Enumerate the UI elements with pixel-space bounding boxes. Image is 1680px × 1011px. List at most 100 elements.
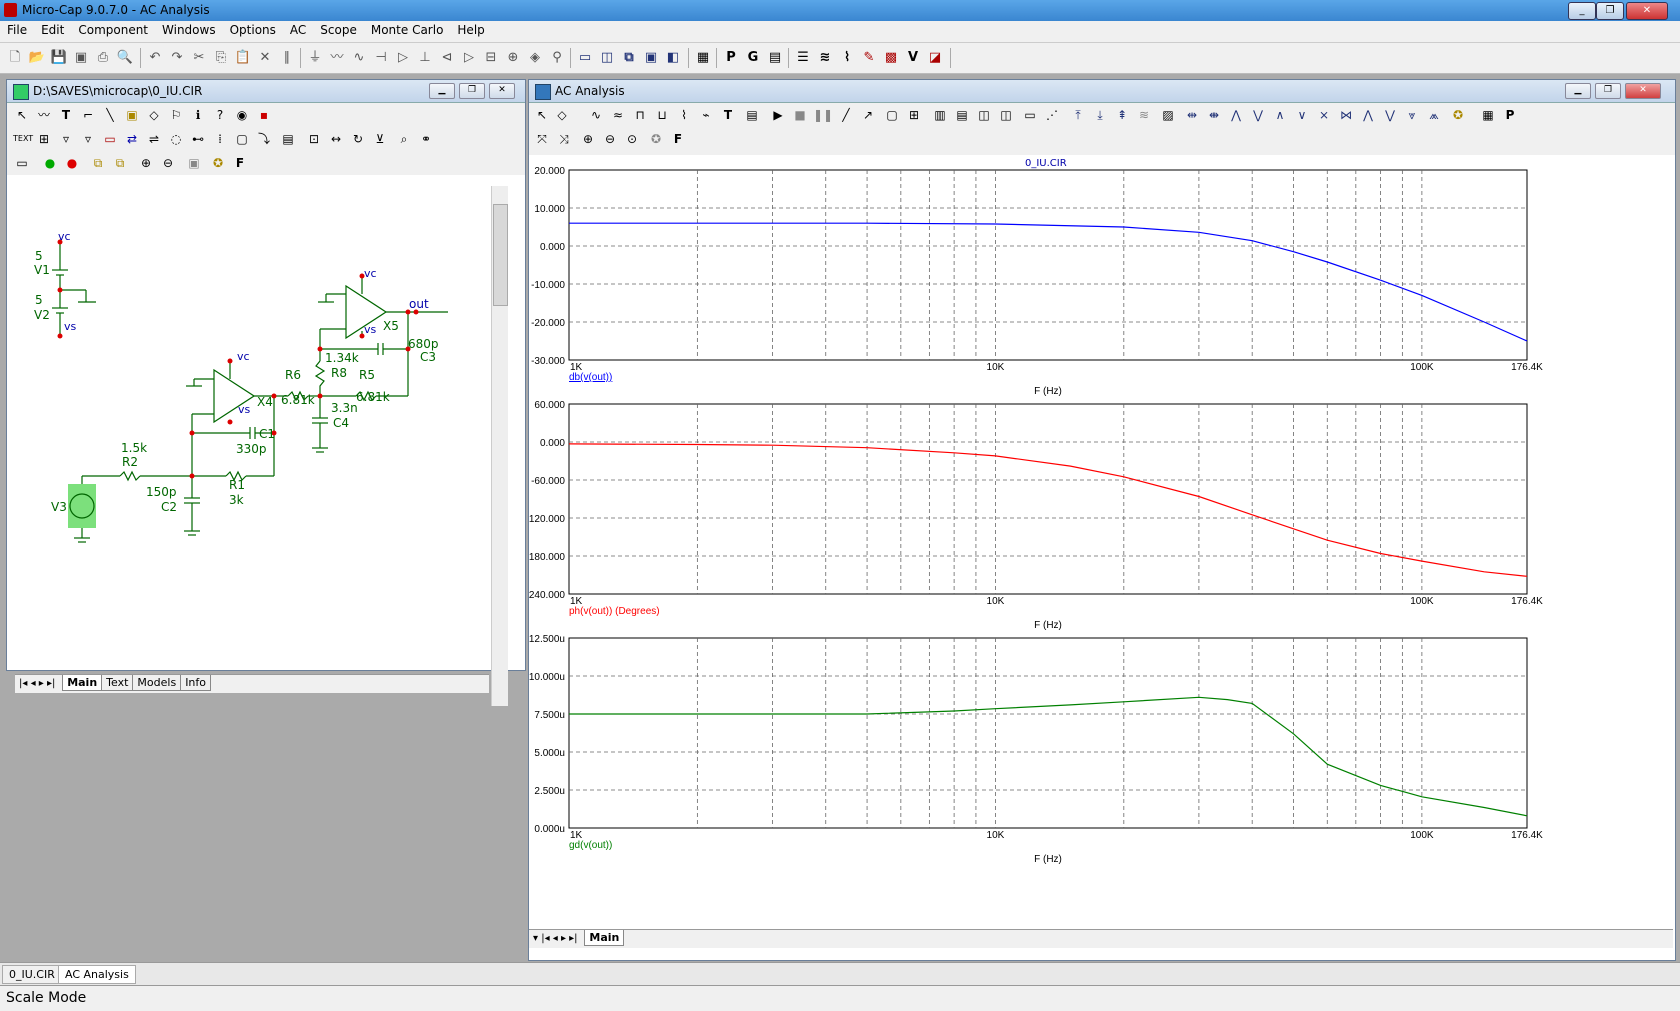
ac-zoom-fit-icon[interactable]: ⊙ [623, 130, 641, 148]
ac-text-icon[interactable]: T [719, 106, 737, 124]
monitor-icon[interactable]: ▭ [13, 154, 31, 172]
peak2-icon[interactable]: ⋀ [1227, 106, 1245, 124]
node-numbers-icon[interactable]: ▿ [57, 130, 75, 148]
ruler-icon[interactable]: ▭ [1021, 106, 1039, 124]
cross6-icon[interactable]: ⩕ [1425, 106, 1443, 124]
scale-y-icon[interactable]: ⤨ [555, 130, 573, 148]
scale-x-icon[interactable]: ⤧ [533, 130, 551, 148]
scope-icon[interactable]: ◪ [926, 49, 944, 67]
swap-icon[interactable]: ⇌ [145, 130, 163, 148]
tab-text[interactable]: Text [101, 675, 134, 691]
grid-text-icon[interactable]: ▿ [79, 130, 97, 148]
on-icon[interactable]: ◌ [167, 130, 185, 148]
rotate-icon[interactable]: ↻ [349, 130, 367, 148]
tile-icon[interactable]: ▥ [931, 106, 949, 124]
find-icon[interactable]: ⌕ [395, 130, 413, 148]
align-icon[interactable]: ⊡ [305, 130, 323, 148]
open-file-icon[interactable]: 📂 [28, 49, 46, 67]
ac-tab-main[interactable]: Main [584, 930, 625, 946]
tab-nav-arrows[interactable]: |◂ ◂ ▸ ▸| [15, 678, 59, 689]
print-preview-icon[interactable]: 🔍 [116, 49, 134, 67]
menu-component[interactable]: Component [71, 21, 155, 39]
scale-icon[interactable]: ▨ [1159, 106, 1177, 124]
shapes-icon[interactable]: ◇ [145, 106, 163, 124]
stop-icon[interactable]: ● [63, 154, 81, 172]
palette-icon[interactable]: ✪ [1449, 106, 1467, 124]
schematic-restore-button[interactable]: ❐ [459, 83, 485, 99]
ac-zoom-in-icon[interactable]: ⊕ [579, 130, 597, 148]
delete-icon[interactable]: ✕ [256, 49, 274, 67]
window-icon[interactable]: ▣ [642, 49, 660, 67]
stop-run-icon[interactable]: ■ [791, 106, 809, 124]
flag-icon[interactable]: ⚲ [548, 49, 566, 67]
help-icon[interactable]: ? [211, 106, 229, 124]
stretch-icon[interactable]: ↔ [327, 130, 345, 148]
diode-icon[interactable]: ▷ [394, 49, 412, 67]
ungroup-icon[interactable]: ⧉ [111, 154, 129, 172]
binoculars-icon[interactable]: ⚭ [417, 130, 435, 148]
line-icon[interactable]: ⌐ [79, 106, 97, 124]
properties-icon[interactable]: ▤ [279, 130, 297, 148]
dots-grid-icon[interactable]: ⁞ [211, 130, 229, 148]
transformer-icon[interactable]: ⊟ [482, 49, 500, 67]
group-icon[interactable]: ⧉ [89, 154, 107, 172]
save-all-icon[interactable]: ▣ [72, 49, 90, 67]
steps-icon[interactable]: ⌇ [838, 49, 856, 67]
diagonal-icon[interactable]: ╲ [101, 106, 119, 124]
doc-tab-schematic[interactable]: 0_IU.CIR [2, 965, 62, 984]
print-icon[interactable]: ⎙ [94, 49, 112, 67]
schematic-vscroll-thumb[interactable] [493, 204, 508, 306]
border-icon[interactable]: ▢ [233, 130, 251, 148]
cross3-icon[interactable]: ⋀ [1359, 106, 1377, 124]
ac-wave-icon[interactable]: ∿ [587, 106, 605, 124]
zoom-out-icon[interactable]: ⊖ [159, 154, 177, 172]
grid-toggle-icon[interactable]: ⊞ [905, 106, 923, 124]
p-mode-icon[interactable]: P [1501, 106, 1519, 124]
capacitor-icon[interactable]: ⊣ [372, 49, 390, 67]
ac-minimize-button[interactable]: ▁ [1565, 83, 1591, 99]
menu-edit[interactable]: Edit [34, 21, 71, 39]
cut-icon[interactable]: ✂ [190, 49, 208, 67]
ac-shapes-icon[interactable]: ◇ [553, 106, 571, 124]
window2-icon[interactable]: ◧ [664, 49, 682, 67]
cross2-icon[interactable]: ⋈ [1337, 106, 1355, 124]
chip-icon[interactable]: ▩ [882, 49, 900, 67]
arrows-icon[interactable]: ⇄ [123, 130, 141, 148]
zoom-in-icon[interactable]: ⊕ [137, 154, 155, 172]
pause-icon[interactable]: ❚❚ [813, 106, 833, 124]
tile2-icon[interactable]: ▤ [953, 106, 971, 124]
tile-horizontal-icon[interactable]: ▭ [576, 49, 594, 67]
select-arrow-icon[interactable]: ↖ [13, 106, 31, 124]
cross4-icon[interactable]: ⋁ [1381, 106, 1399, 124]
menu-monte-carlo[interactable]: Monte Carlo [364, 21, 451, 39]
ac-close-button[interactable]: ✕ [1625, 83, 1661, 99]
mark-icon[interactable]: ▪ [255, 106, 273, 124]
menu-scope[interactable]: Scope [313, 21, 364, 39]
select-all-icon[interactable]: ∥ [278, 49, 296, 67]
ac-zoom-out-icon[interactable]: ⊖ [601, 130, 619, 148]
palette-icon[interactable]: ✪ [209, 154, 227, 172]
text-mode-icon[interactable]: TEXT [13, 130, 33, 148]
low-icon[interactable]: ≋ [1135, 106, 1153, 124]
menu-options[interactable]: Options [223, 21, 283, 39]
menu-help[interactable]: Help [450, 21, 491, 39]
opamp-icon[interactable]: ▷ [460, 49, 478, 67]
tile-vertical-icon[interactable]: ◫ [598, 49, 616, 67]
tab-main[interactable]: Main [62, 675, 103, 691]
ac-color-icon[interactable]: ✪ [647, 130, 665, 148]
menu-file[interactable]: File [0, 21, 34, 39]
menu-ac[interactable]: AC [283, 21, 313, 39]
valley2-icon[interactable]: ⋁ [1249, 106, 1267, 124]
mirror-icon[interactable]: ⊻ [371, 130, 389, 148]
table-icon[interactable]: ▦ [1479, 106, 1497, 124]
run-icon[interactable]: ▶ [769, 106, 787, 124]
info-icon[interactable]: ℹ [189, 106, 207, 124]
slope-icon[interactable]: ⇹ [1183, 106, 1201, 124]
peak-icon[interactable]: ⤒ [1069, 106, 1087, 124]
node-icon[interactable]: ◈ [526, 49, 544, 67]
ground-icon[interactable]: ⏚ [306, 49, 324, 67]
g-icon[interactable]: G [744, 49, 762, 67]
high-icon[interactable]: ⇞ [1113, 106, 1131, 124]
resistor-icon[interactable]: 〰 [328, 49, 346, 67]
junction-icon[interactable]: ⊷ [189, 130, 207, 148]
